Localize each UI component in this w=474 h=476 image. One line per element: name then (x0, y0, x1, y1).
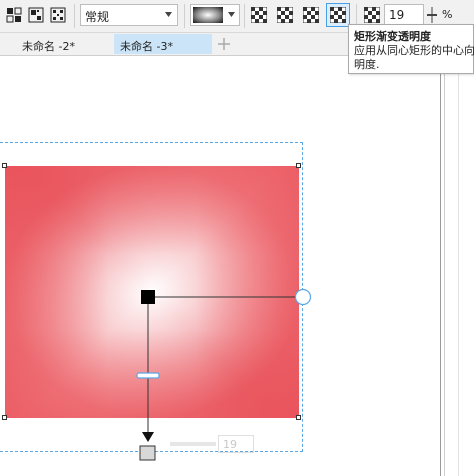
page-border (440, 56, 441, 476)
checker-icon (364, 7, 380, 23)
transparency-input[interactable]: 19 (384, 4, 424, 26)
selection-handle-bottom-left[interactable] (2, 415, 7, 420)
tooltip-line-1: 应用从同心矩形的中心向 (354, 44, 474, 57)
page-shadow (444, 56, 445, 476)
chevron-down-icon (165, 12, 172, 17)
rectangle-shape[interactable] (5, 166, 299, 418)
checker-icon (277, 7, 293, 23)
checker-icon (303, 7, 319, 23)
selection-handle-bottom-right[interactable] (296, 415, 301, 420)
slider-icon[interactable] (425, 4, 439, 26)
selection-handle-top-left[interactable] (2, 163, 7, 168)
vertical-scrollbar[interactable] (458, 56, 474, 476)
selection-handle-top-right[interactable] (296, 163, 301, 168)
toolbar-separator (74, 4, 75, 28)
merge-mode-select[interactable]: 常规 (80, 4, 178, 26)
edit-transparency-icon[interactable] (48, 5, 68, 25)
freeze-transparency-icon[interactable] (26, 5, 46, 25)
conical-transparency-button[interactable] (300, 4, 322, 26)
merge-mode-label: 常规 (85, 10, 110, 24)
transparency-picker[interactable] (190, 4, 240, 26)
add-tab-icon[interactable] (214, 34, 234, 54)
elliptical-transparency-button[interactable] (274, 4, 296, 26)
checker-icon (330, 7, 346, 23)
tooltip-title: 矩形渐变透明度 (354, 30, 431, 43)
toolbar-separator (184, 4, 185, 28)
gradient-swatch (193, 7, 223, 23)
checker-icon (251, 7, 267, 23)
transparency-checker-button[interactable] (361, 4, 383, 26)
copy-transparency-icon[interactable] (4, 5, 24, 25)
chevron-down-icon (228, 12, 235, 17)
linear-transparency-button[interactable] (248, 4, 270, 26)
tooltip-line-2: 明度. (354, 58, 380, 71)
percent-unit-label: % (442, 8, 453, 21)
toolbar-separator (244, 4, 245, 28)
tooltip: 矩形渐变透明度 应用从同心矩形的中心向 明度. (348, 24, 474, 74)
ghost-transparency-value: 19 (218, 435, 254, 453)
tab-document-2[interactable]: 未命名 -2* (22, 34, 112, 54)
rectangular-transparency-button[interactable] (326, 3, 350, 27)
tab-document-3[interactable]: 未命名 -3* (114, 34, 212, 54)
